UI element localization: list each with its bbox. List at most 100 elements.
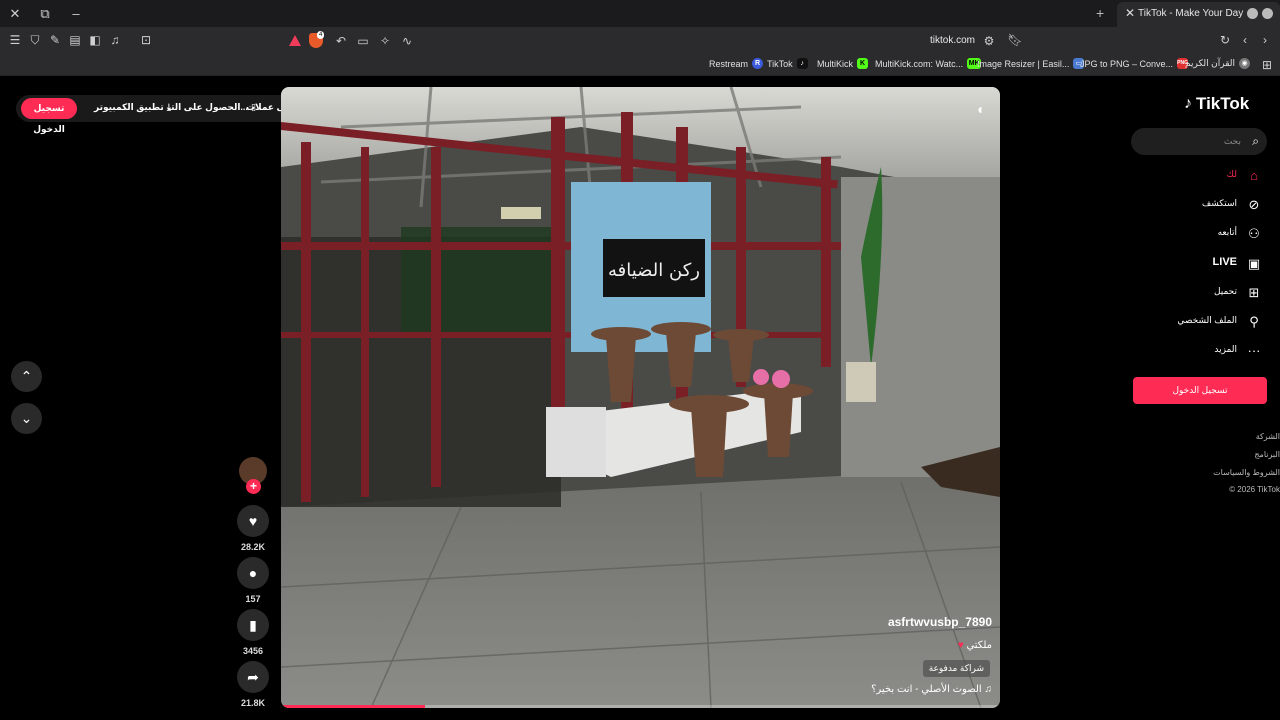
back-arrow-icon[interactable]: ↶ (333, 33, 349, 49)
tab-indicator-icons (1247, 8, 1273, 19)
menu-icon[interactable]: ☰ (7, 32, 23, 48)
sidebar-item-live[interactable]: LIVE ▣ (1140, 252, 1267, 276)
sidebar-item-for-you[interactable]: لك ⌂ (1140, 164, 1267, 188)
forward-icon[interactable]: › (1257, 32, 1273, 48)
tabs-icon[interactable]: ▤ (67, 32, 83, 48)
sidebar-icon[interactable]: ◧ (87, 32, 103, 48)
apps-grid-icon[interactable]: ⊞ (1259, 57, 1275, 73)
footer-program-link[interactable]: البرنامج (1254, 450, 1280, 459)
video-player[interactable]: ركن الضيافه ◖ asfrtwvusbp_7890 ملكتي ♥ ش… (281, 87, 1000, 708)
next-video-button[interactable]: ⌄ (11, 403, 42, 434)
cast-icon[interactable]: ▭ (355, 33, 371, 49)
close-window-icon[interactable]: ✕ (6, 5, 24, 22)
bookmark-image-resizer[interactable]: Image Resizer | Easil... ▭ (977, 58, 1085, 69)
url-text: tiktok.com (930, 35, 976, 46)
sidebar-item-more[interactable]: المزيد ··· (1140, 339, 1267, 363)
video-progress-bar[interactable] (281, 705, 1000, 708)
tab-close-icon[interactable]: ✕ (1123, 6, 1137, 20)
heart-emoji-icon: ♥ (957, 640, 964, 651)
sidebar-item-following[interactable]: أتابعه ⚇ (1140, 222, 1267, 246)
home-icon: ⌂ (1250, 168, 1258, 183)
tab-favicon-icon (1262, 8, 1273, 19)
like-count: 28.2K (240, 542, 266, 552)
pin-icon[interactable]: ✎ (47, 32, 63, 48)
previous-video-button[interactable]: ⌃ (11, 361, 42, 392)
profile-icon: ⚲ (1249, 314, 1259, 329)
search-box: ⌕ (1131, 128, 1267, 155)
tiktok-logo[interactable]: ♪ TikTok (1184, 94, 1249, 114)
restore-window-icon[interactable]: ⧉ (36, 5, 54, 22)
screenshot-icon[interactable]: ⊡ (138, 32, 154, 48)
bookmark-jpg-to-png[interactable]: JPG to PNG – Conve... PNG (1080, 58, 1189, 69)
like-button[interactable]: ♥ (237, 505, 269, 537)
share-count: 21.8K (240, 698, 266, 708)
sidebar-item-explore[interactable]: استكشف ⊘ (1140, 193, 1267, 217)
video-description: ملكتي ♥ (957, 640, 992, 651)
kick-icon: K (857, 58, 869, 69)
music-icon[interactable]: ♫ (107, 32, 123, 48)
tiktok-note-icon: ♪ (1184, 95, 1192, 112)
address-bar[interactable]: 4 ↶ ▭ ✧ ∿ tiktok.com ⚙ (281, 30, 1001, 51)
tab-tiktok[interactable]: ✕ TikTok - Make Your Day (1117, 2, 1280, 27)
tiktok-page: تسجيل الدخول تطبيق الكمبيوتر ⤓ الحصول عل… (0, 77, 1280, 720)
leo-icon[interactable]: ∿ (399, 33, 415, 49)
paid-partnership-tag: شراكة مدفوعة (922, 660, 990, 677)
heart-icon: ♥ (248, 513, 258, 529)
bookmark-quran[interactable]: القرآن الكريم ◉ (1185, 58, 1251, 69)
bookmark-save-icon: ▮ (249, 617, 257, 633)
upload-icon: ⊞ (1248, 285, 1260, 300)
get-app-link[interactable]: الحصول على التـ... ▯ (168, 102, 256, 113)
shield-icon[interactable]: ⛉ (27, 32, 43, 48)
tiktok-icon: ♪ (796, 58, 808, 69)
share-icon: ➦ (247, 669, 259, 685)
browser-toolbar: ☰ ⛉ ✎ ▤ ◧ ♫ ⊡ 4 ↶ ▭ ✧ ∿ tiktok.com ⚙ 🔖︎ … (0, 27, 1280, 54)
tab-audio-icon[interactable] (1247, 8, 1258, 19)
login-button-sidebar[interactable]: تسجيل الدخول (1133, 377, 1267, 404)
save-button[interactable]: ▮ (237, 609, 269, 641)
sound-icon[interactable]: ◖ (976, 101, 984, 117)
music-note-icon: ♫ (984, 684, 993, 695)
author-name[interactable]: asfrtwvusbp_7890 (888, 615, 992, 629)
footer-terms-link[interactable]: الشروط والسياسات (1213, 468, 1280, 477)
sign-text: ركن الضيافه (608, 260, 700, 281)
comment-icon: ● (248, 565, 258, 581)
translate-icon[interactable]: ✧ (377, 33, 393, 49)
bookmarks-bar: Restream R TikTok ♪ MultiKick K MultiKic… (0, 54, 1280, 76)
sidebar-item-upload[interactable]: تحميل ⊞ (1140, 281, 1267, 305)
shield-count-badge: 4 (317, 31, 325, 39)
footer-copyright: © 2026 TikTok (1229, 485, 1280, 494)
sidebar-item-profile[interactable]: الملف الشخصي ⚲ (1140, 310, 1267, 334)
bookmark-icon[interactable]: 🔖︎ (1007, 32, 1023, 48)
follow-plus-icon[interactable]: + (246, 479, 261, 494)
music-link[interactable]: ♫ الصوت الأصلي - انت بخير؟ (871, 684, 992, 695)
site-settings-icon[interactable]: ⚙ (981, 33, 997, 49)
compass-icon: ⊘ (1248, 197, 1260, 212)
bookmark-multikick-watch[interactable]: MultiKick.com: Watc... MK (875, 58, 982, 69)
desktop-app-link[interactable]: تطبيق الكمبيوتر ⤓ (94, 102, 171, 113)
new-tab-icon[interactable]: + (1096, 5, 1104, 21)
video-progress-fill (281, 705, 425, 708)
search-input[interactable] (1141, 132, 1241, 151)
share-button[interactable]: ➦ (237, 661, 269, 693)
more-icon: ··· (1247, 343, 1261, 358)
top-actions-bar: تسجيل الدخول تطبيق الكمبيوتر ⤓ الحصول عل… (16, 95, 335, 134)
live-icon: ▣ (1247, 256, 1261, 271)
minimize-window-icon[interactable]: – (67, 5, 85, 22)
bookmark-multikick[interactable]: MultiKick K (817, 58, 869, 69)
login-button-top[interactable]: تسجيل الدخول (21, 98, 77, 134)
title-bar: ✕ ⧉ – + ✕ TikTok - Make Your Day (0, 0, 1280, 27)
comment-button[interactable]: ● (237, 557, 269, 589)
bookmark-restream[interactable]: Restream R (709, 58, 764, 69)
reload-icon[interactable]: ↻ (1217, 32, 1233, 48)
save-count: 3456 (242, 646, 264, 656)
following-icon: ⚇ (1248, 226, 1260, 241)
rewards-icon[interactable] (289, 35, 301, 46)
footer-company-link[interactable]: الشركة (1256, 432, 1280, 441)
tab-title: TikTok - Make Your Day (1138, 8, 1244, 19)
restream-icon: R (752, 58, 764, 69)
back-icon[interactable]: ‹ (1237, 32, 1253, 48)
globe-icon: ◉ (1239, 58, 1251, 69)
search-icon[interactable]: ⌕ (1252, 134, 1259, 149)
bookmark-tiktok[interactable]: TikTok ♪ (767, 58, 808, 69)
comment-count: 157 (245, 594, 261, 604)
